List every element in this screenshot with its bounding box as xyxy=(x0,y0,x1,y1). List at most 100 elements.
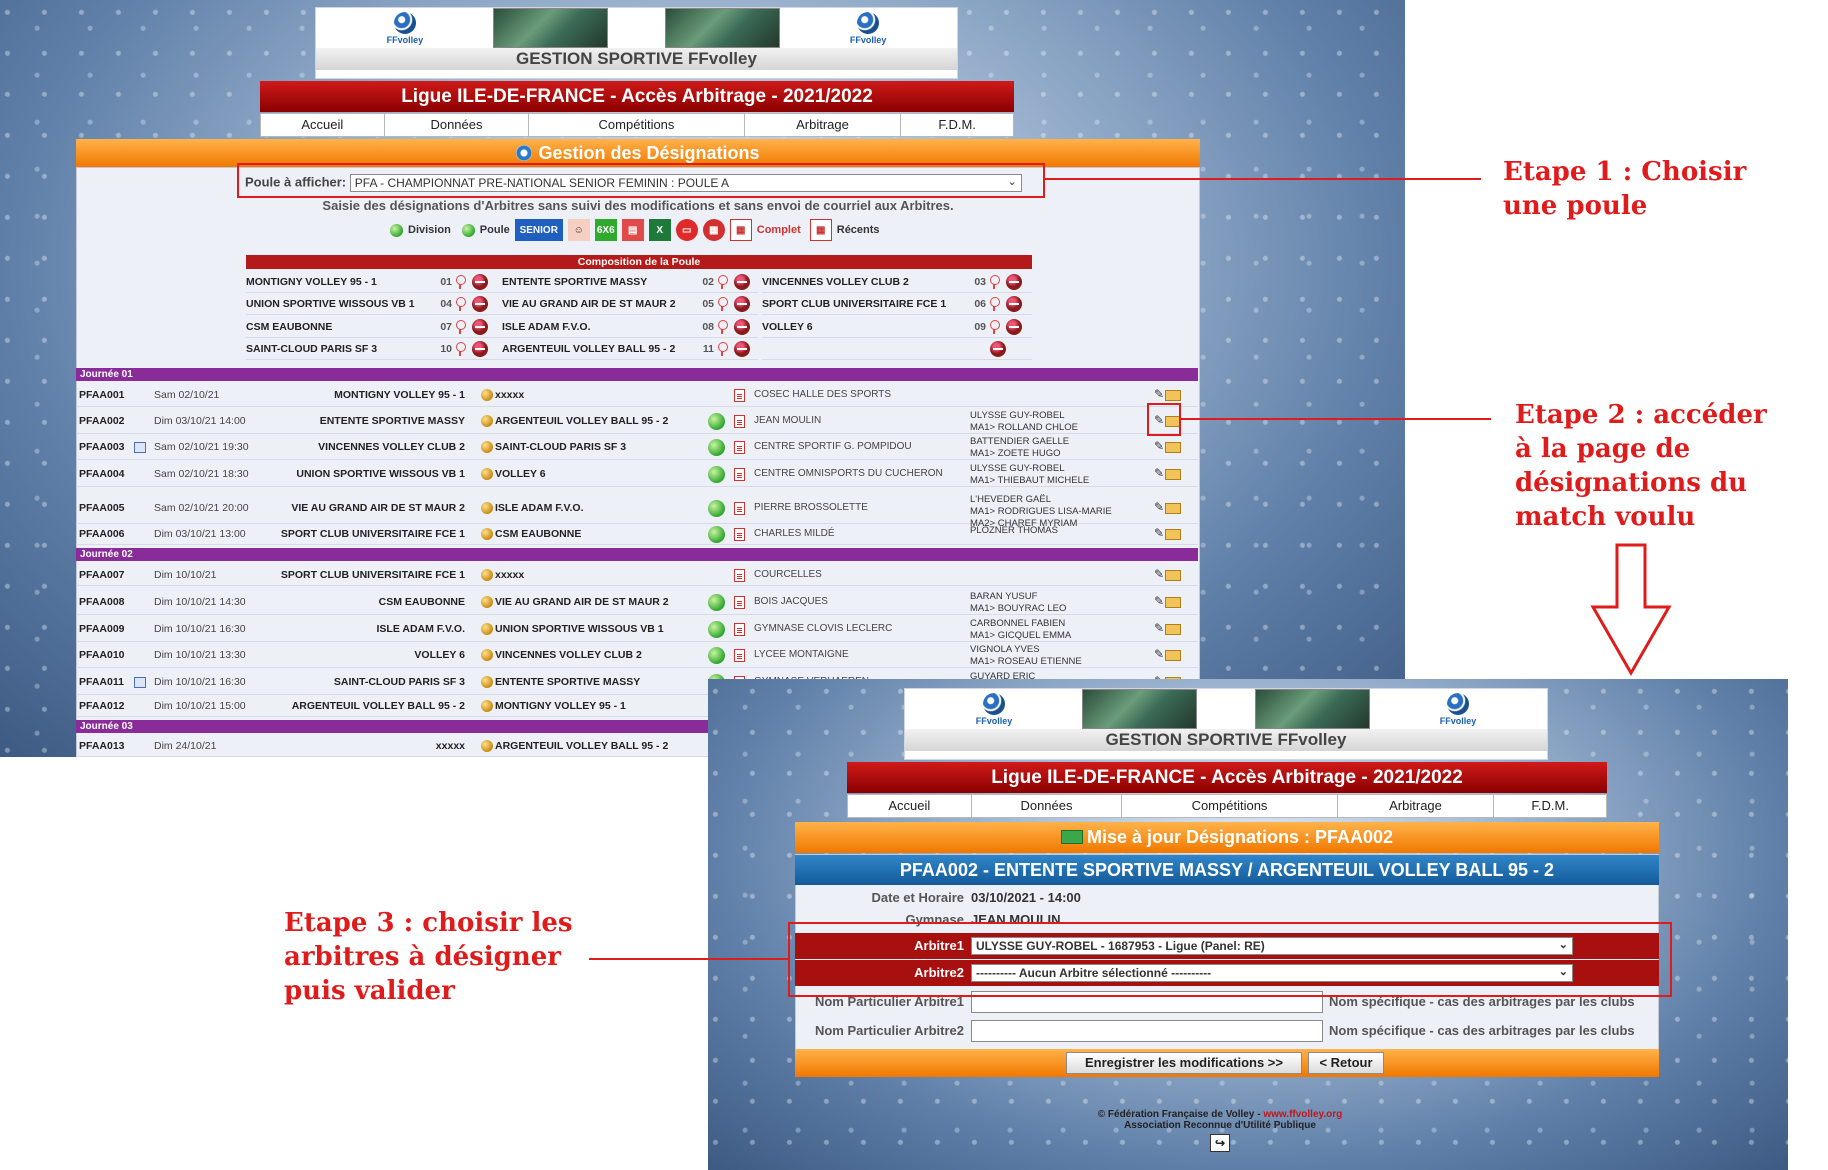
match-row[interactable]: PFAA009 Dim 10/10/21 16:30 ISLE ADAM F.V.O… xyxy=(76,616,1198,642)
no-entry-icon[interactable] xyxy=(734,295,750,312)
designation-edit-icon[interactable]: ✎ xyxy=(1154,621,1165,635)
match-code[interactable]: PFAA001 xyxy=(79,389,125,401)
match-code[interactable]: PFAA009 xyxy=(79,623,125,635)
designation-edit-icon[interactable]: ✎ xyxy=(1154,526,1165,540)
match-row[interactable]: PFAA007 Dim 10/10/21 SPORT CLUB UNIVERSITA… xyxy=(76,564,1198,586)
whistle-icon[interactable] xyxy=(989,319,1000,334)
match-code[interactable]: PFAA002 xyxy=(79,415,125,427)
match-code[interactable]: PFAA010 xyxy=(79,649,125,661)
calendar-complet-icon[interactable]: ▦ xyxy=(729,219,752,241)
match-code[interactable]: PFAA005 xyxy=(79,502,125,514)
match-code[interactable]: PFAA004 xyxy=(79,468,125,480)
result-ball-icon[interactable] xyxy=(708,439,725,456)
mail-icon[interactable] xyxy=(1165,389,1182,401)
no-entry-icon[interactable] xyxy=(472,295,488,312)
nav-fdm-2[interactable]: F.D.M. xyxy=(1494,795,1606,817)
result-ball-icon[interactable] xyxy=(708,621,725,638)
designation-edit-icon[interactable]: ✎ xyxy=(1154,466,1165,480)
person-icon[interactable]: ☺ xyxy=(567,219,590,241)
nav-donnees-2[interactable]: Données xyxy=(972,795,1123,817)
designation-edit-icon[interactable]: ✎ xyxy=(1154,594,1165,608)
no-entry-icon[interactable] xyxy=(1006,295,1022,312)
footer-link[interactable]: www.ffvolley.org xyxy=(1263,1109,1342,1120)
result-ball-icon[interactable] xyxy=(708,526,725,543)
whistle-icon[interactable] xyxy=(455,341,466,356)
whistle-icon[interactable] xyxy=(989,296,1000,311)
match-code[interactable]: PFAA012 xyxy=(79,700,125,712)
match-code[interactable]: PFAA013 xyxy=(79,740,125,752)
whistle-icon[interactable] xyxy=(455,319,466,334)
result-ball-icon[interactable] xyxy=(708,466,725,483)
nav-donnees[interactable]: Données xyxy=(385,114,530,136)
match-row[interactable]: PFAA010 Dim 10/10/21 13:30 VOLLEY 6 VINCENN… xyxy=(76,642,1198,668)
calendar-icon[interactable] xyxy=(134,441,148,453)
pdf-icon[interactable] xyxy=(734,468,745,484)
match-row[interactable]: PFAA008 Dim 10/10/21 14:30 CSM EAUBONNE VIE… xyxy=(76,589,1198,615)
whistle-icon[interactable] xyxy=(989,274,1000,289)
back-button[interactable]: < Retour xyxy=(1308,1052,1384,1074)
nav-competitions[interactable]: Compétitions xyxy=(529,114,745,136)
whistle-icon[interactable] xyxy=(717,296,728,311)
pdf-icon[interactable] xyxy=(734,569,745,585)
mail-icon[interactable] xyxy=(1165,569,1182,581)
screen-icon[interactable]: ▭ xyxy=(675,219,698,241)
match-code[interactable]: PFAA008 xyxy=(79,596,125,608)
mail-icon[interactable] xyxy=(1165,441,1182,453)
print-icon[interactable]: ▤ xyxy=(621,219,644,241)
pdf-icon[interactable] xyxy=(734,502,745,518)
exit-icon[interactable]: ↪ xyxy=(1210,1134,1230,1152)
complet-link[interactable]: Complet xyxy=(757,224,801,236)
pdf-icon[interactable] xyxy=(734,415,745,431)
nav-arbitrage[interactable]: Arbitrage xyxy=(745,114,902,136)
nav-competitions-2[interactable]: Compétitions xyxy=(1122,795,1338,817)
nom-particulier2-input[interactable] xyxy=(971,1020,1323,1042)
match-row[interactable]: PFAA005 Sam 02/10/21 20:00 VIE AU GRAND AI… xyxy=(76,492,1198,529)
mail-icon[interactable] xyxy=(1165,502,1182,514)
no-entry-icon[interactable] xyxy=(1006,273,1022,290)
whistle-icon[interactable] xyxy=(455,296,466,311)
match-row[interactable]: PFAA004 Sam 02/10/21 18:30 UNION SPORTIVE … xyxy=(76,461,1198,487)
no-entry-icon[interactable] xyxy=(990,340,1006,357)
pdf-icon[interactable] xyxy=(734,528,745,544)
pdf-icon[interactable] xyxy=(734,389,745,405)
printer-icon[interactable]: ▦ xyxy=(702,219,725,241)
whistle-icon[interactable] xyxy=(717,319,728,334)
result-ball-icon[interactable] xyxy=(708,594,725,611)
result-ball-icon[interactable] xyxy=(708,647,725,664)
poule-ball-icon[interactable] xyxy=(461,223,475,237)
match-row[interactable]: PFAA006 Dim 03/10/21 13:00 SPORT CLUB UNIV… xyxy=(76,523,1198,545)
pdf-icon[interactable] xyxy=(734,441,745,457)
no-entry-icon[interactable] xyxy=(472,318,488,335)
calendar-recents-icon[interactable]: ▦ xyxy=(809,219,832,241)
result-ball-icon[interactable] xyxy=(708,500,725,517)
whistle-icon[interactable] xyxy=(717,341,728,356)
nav-arbitrage-2[interactable]: Arbitrage xyxy=(1338,795,1495,817)
designation-edit-icon[interactable]: ✎ xyxy=(1154,500,1165,514)
match-row[interactable]: PFAA002 Dim 03/10/21 14:00 ENTENTE SPORTIV… xyxy=(76,408,1198,434)
save-button[interactable]: Enregistrer les modifications >> xyxy=(1066,1052,1302,1074)
no-entry-icon[interactable] xyxy=(734,318,750,335)
no-entry-icon[interactable] xyxy=(472,273,488,290)
match-code[interactable]: PFAA011 xyxy=(79,676,124,688)
excel-icon[interactable]: X xyxy=(648,219,671,241)
mail-icon[interactable] xyxy=(1165,596,1182,608)
match-row[interactable]: PFAA003 Sam 02/10/21 19:30 VINCENNES VOLLE… xyxy=(76,434,1198,460)
designation-edit-icon[interactable]: ✎ xyxy=(1154,387,1165,401)
nav-fdm[interactable]: F.D.M. xyxy=(901,114,1013,136)
no-entry-icon[interactable] xyxy=(472,340,488,357)
no-entry-icon[interactable] xyxy=(734,340,750,357)
mail-icon[interactable] xyxy=(1165,468,1182,480)
pdf-icon[interactable] xyxy=(734,649,745,665)
designation-edit-icon[interactable]: ✎ xyxy=(1154,567,1165,581)
no-entry-icon[interactable] xyxy=(734,273,750,290)
match-code[interactable]: PFAA006 xyxy=(79,528,125,540)
whistle-icon[interactable] xyxy=(717,274,728,289)
designation-edit-icon[interactable]: ✎ xyxy=(1154,439,1165,453)
poule-link[interactable]: Poule xyxy=(480,224,510,236)
mail-icon[interactable] xyxy=(1165,528,1182,540)
calendar-icon[interactable] xyxy=(134,676,148,688)
no-entry-icon[interactable] xyxy=(1006,318,1022,335)
mail-icon[interactable] xyxy=(1165,623,1182,635)
match-row[interactable]: PFAA001 Sam 02/10/21 MONTIGNY VOLLEY 95 - … xyxy=(76,383,1198,407)
designation-edit-icon[interactable]: ✎ xyxy=(1154,647,1165,661)
